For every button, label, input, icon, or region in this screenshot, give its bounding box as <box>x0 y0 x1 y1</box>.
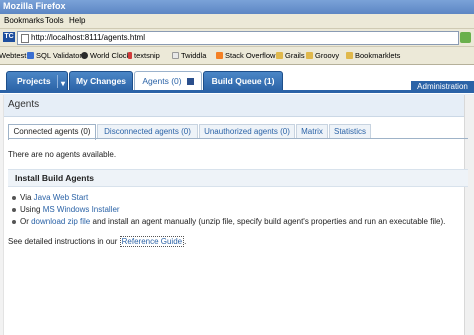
bookmark-textsnip[interactable]: textsnip <box>128 51 160 60</box>
breadcrumb: Agents <box>0 94 474 117</box>
folder-icon <box>346 52 353 59</box>
url-bar[interactable]: http://localhost:8111/agents.html <box>17 31 459 45</box>
bookmark-webtest[interactable]: Webtest <box>0 51 26 60</box>
list-item: Using MS Windows Installer <box>11 204 445 216</box>
url-text: http://localhost:8111/agents.html <box>31 33 145 42</box>
bookmark-world-clock[interactable]: World Clock <box>81 51 130 60</box>
teamcity-favicon-icon: TC <box>3 32 15 42</box>
vertical-scrollbar[interactable] <box>464 95 474 335</box>
menu-bookmarks[interactable]: Bookmarks <box>4 16 44 25</box>
bookmark-sql-validator[interactable]: SQL Validator <box>27 51 82 60</box>
list-item: Or download zip file and install an agen… <box>11 217 446 226</box>
bookmarks-toolbar: Webtest SQL Validator World Clock textsn… <box>0 47 474 65</box>
see-instructions-text: See detailed instructions in our Referen… <box>8 236 187 247</box>
install-options-list: Via Java Web Start Using MS Windows Inst… <box>11 192 446 228</box>
page-left-edge <box>0 95 4 335</box>
page-icon <box>21 34 29 43</box>
header-divider <box>0 90 474 93</box>
download-zip-file-link[interactable]: download zip file <box>31 217 90 226</box>
bookmark-twiddla[interactable]: Twiddla <box>172 51 206 60</box>
bookmark-sql-validator-icon <box>27 52 34 59</box>
bookmark-groovy[interactable]: Groovy <box>306 51 339 60</box>
menu-tools[interactable]: Tools <box>45 16 64 25</box>
no-agents-message: There are no agents available. <box>8 150 117 159</box>
go-button-icon[interactable] <box>460 32 471 43</box>
install-build-agents-header: Install Build Agents <box>8 169 468 187</box>
menu-bar: Bookmarks Tools Help <box>0 14 474 29</box>
page-title: Agents <box>8 99 40 110</box>
agents-status-icon <box>186 78 194 85</box>
bookmark-twiddla-icon <box>172 52 179 59</box>
navigation-toolbar: TC http://localhost:8111/agents.html <box>0 29 474 47</box>
window-title: Mozilla Firefox <box>3 1 66 11</box>
bookmark-bookmarklets[interactable]: Bookmarklets <box>346 51 400 60</box>
install-header-label: Install Build Agents <box>15 173 95 183</box>
menu-help[interactable]: Help <box>69 16 85 25</box>
tab-build-queue[interactable]: Build Queue (1) <box>203 71 283 92</box>
bookmark-textsnip-icon <box>128 52 132 59</box>
subtab-unauthorized-agents[interactable]: Unauthorized agents (0) <box>199 124 295 139</box>
ms-windows-installer-link[interactable]: MS Windows Installer <box>43 205 120 214</box>
subtabs-divider <box>8 138 468 139</box>
list-item: Via Java Web Start <box>11 192 445 204</box>
subtab-statistics[interactable]: Statistics <box>329 124 371 139</box>
bookmark-world-clock-icon <box>81 52 88 59</box>
folder-icon <box>276 52 283 59</box>
subtab-matrix[interactable]: Matrix <box>296 124 328 139</box>
subtab-disconnected-agents[interactable]: Disconnected agents (0) <box>97 124 198 139</box>
bookmark-stack-overflow-icon <box>216 52 223 59</box>
bookmark-grails[interactable]: Grails <box>276 51 305 60</box>
java-web-start-link[interactable]: Java Web Start <box>34 193 89 202</box>
tab-projects[interactable]: Projects ▾ <box>6 71 68 92</box>
bookmark-stack-overflow[interactable]: Stack Overflow <box>216 51 275 60</box>
tab-my-changes[interactable]: My Changes <box>69 71 133 92</box>
folder-icon <box>306 52 313 59</box>
window-titlebar: Mozilla Firefox <box>0 0 474 14</box>
reference-guide-link[interactable]: Reference Guide <box>119 236 185 247</box>
tab-agents[interactable]: Agents (0) <box>134 71 202 91</box>
